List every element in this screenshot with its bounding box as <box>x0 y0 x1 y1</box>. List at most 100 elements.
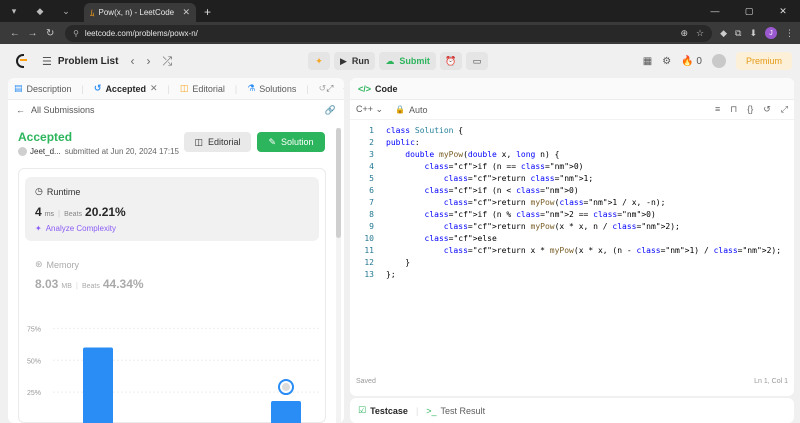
tab-search-icon[interactable]: ▾ <box>4 2 24 20</box>
address-bar[interactable]: ⚲ leetcode.com/problems/powx-n/ ⊕ ☆ <box>65 24 713 42</box>
random-problem-icon[interactable]: ⤮ <box>162 54 172 69</box>
braces-icon[interactable]: {} <box>747 104 753 115</box>
line-number: 1 <box>369 125 374 135</box>
premium-button[interactable]: Premium <box>735 52 792 70</box>
tab-accepted-label: Accepted <box>105 83 146 94</box>
code-line[interactable]: 12 } <box>350 256 794 268</box>
tab-solutions[interactable]: ⚗ Solutions <box>247 83 296 94</box>
settings-gear-icon[interactable]: ⚙ <box>662 56 671 67</box>
user-avatar[interactable] <box>711 54 726 68</box>
memory-label-row[interactable]: ⊛ Memory <box>35 259 79 270</box>
close-tab-icon[interactable]: ✕ <box>182 7 190 18</box>
runtime-distribution-chart: 75% 50% 25% <box>27 326 319 423</box>
code-line[interactable]: 13}; <box>350 268 794 280</box>
leetcode-navbar: ☰ Problem List ‹ › ⤮ ✦ ▶ Run ☁ Submit ⏰ … <box>0 44 800 78</box>
y-tick-label: 75% <box>27 326 41 333</box>
username[interactable]: Jeet_d... <box>30 147 61 156</box>
code-header: </> Code <box>350 78 794 100</box>
tab-testcase[interactable]: ☑ Testcase <box>358 405 408 416</box>
problem-list-link[interactable]: ☰ Problem List <box>42 55 118 68</box>
code-line[interactable]: 7 class="cf">return myPow(class="nm">1 /… <box>350 196 794 208</box>
run-button[interactable]: ▶ Run <box>334 52 376 70</box>
minimize-icon[interactable]: — <box>698 6 732 16</box>
leetcode-favicon-icon: ﾑ <box>90 8 95 18</box>
next-problem-icon[interactable]: › <box>146 54 150 68</box>
tab-description[interactable]: ▤ Description <box>14 83 72 94</box>
close-tab-accepted-icon[interactable]: ✕ <box>150 83 158 94</box>
editorial-button[interactable]: ◫ Editorial <box>184 132 251 152</box>
browser-menu-icon[interactable]: ⋮ <box>785 28 794 39</box>
prev-problem-icon[interactable]: ‹ <box>130 54 134 68</box>
coins-count: 0 <box>696 55 702 67</box>
reload-icon[interactable]: ↻ <box>41 28 59 39</box>
bookmark-icon[interactable]: ⊓ <box>730 104 737 115</box>
runtime-value: 4 <box>35 205 42 219</box>
tab-accepted[interactable]: ↺ Accepted ✕ <box>94 83 158 94</box>
notes-button[interactable]: ▭ <box>465 52 488 70</box>
left-scrollbar[interactable] <box>336 128 341 423</box>
code-editor[interactable]: 1 class Solution {2 public: 3 double myPow(… <box>350 124 794 364</box>
code-line[interactable]: 11 class="cf">return x * myPow(x * x, (n… <box>350 244 794 256</box>
auto-mode[interactable]: 🔒 Auto <box>395 105 427 115</box>
code-line[interactable]: 10 class="cf">else <box>350 232 794 244</box>
window-controls: — ▢ ✕ <box>698 0 800 22</box>
timer-button[interactable]: ⏰ <box>439 52 462 70</box>
reset-icon[interactable]: ↺ <box>763 104 771 115</box>
forward-icon[interactable]: → <box>24 28 42 39</box>
code-text: } <box>386 257 411 267</box>
code-text: public: <box>386 137 420 147</box>
code-line[interactable]: 9 class="cf">return myPow(x * x, n / cla… <box>350 220 794 232</box>
edit-icon: ✎ <box>268 136 276 147</box>
collapse-icon[interactable]: ‹ <box>343 83 344 94</box>
marker-avatar <box>282 383 290 392</box>
memory-beats: 44.34% <box>102 277 144 291</box>
url-text: leetcode.com/problems/powx-n/ <box>84 28 198 38</box>
bookmark-star-icon[interactable]: ☆ <box>696 28 704 39</box>
leetcode-logo[interactable] <box>14 53 28 69</box>
analyze-complexity-link[interactable]: ✦ Analyze Complexity <box>35 224 116 233</box>
format-icon[interactable]: ≡ <box>715 104 720 115</box>
memory-value: 8.03 <box>35 277 59 291</box>
browser-tab-active[interactable]: ﾑ Pow(x, n) - LeetCode ✕ <box>84 3 196 22</box>
share-link-icon[interactable]: 🔗 <box>325 105 336 116</box>
solution-button[interactable]: ✎ Solution <box>257 132 325 152</box>
downloads-icon[interactable]: ⬇ <box>749 28 757 39</box>
code-text: class="cf">if (n == class="nm">0) <box>424 161 584 171</box>
close-window-icon[interactable]: ✕ <box>766 6 800 17</box>
tab-editorial[interactable]: ◫ Editorial <box>180 83 225 94</box>
code-line[interactable]: 5 class="cf">return class="nm">1; <box>350 172 794 184</box>
all-submissions-link[interactable]: ← All Submissions <box>16 105 95 115</box>
distribution-bar[interactable] <box>271 401 301 423</box>
extension-gem-icon[interactable]: ◆ <box>720 28 727 39</box>
language-select[interactable]: C++ ⌄ <box>356 104 383 115</box>
debug-button[interactable]: ✦ <box>308 52 330 70</box>
fullscreen-icon[interactable]: ⤢ <box>326 83 333 94</box>
back-icon[interactable]: ← <box>6 28 24 39</box>
new-tab-icon[interactable]: + <box>204 5 211 19</box>
tab-test-result[interactable]: >_ Test Result <box>426 406 485 416</box>
arrow-left-icon: ← <box>16 105 25 115</box>
test-result-label: Test Result <box>440 405 486 416</box>
code-line[interactable]: 6 class="cf">if (n < class="nm">0) <box>350 184 794 196</box>
extensions-puzzle-icon[interactable]: ⧉ <box>735 28 741 39</box>
code-line[interactable]: 2 public: <box>350 136 794 148</box>
site-info-icon[interactable]: ⚲ <box>73 29 79 38</box>
profile-avatar[interactable]: J <box>764 27 777 39</box>
maximize-icon[interactable]: ▢ <box>732 6 766 17</box>
code-line[interactable]: 4 class="cf">if (n == class="nm">0) <box>350 160 794 172</box>
code-text: double myPow(double x, long n) { <box>405 149 560 159</box>
code-line[interactable]: 3 double myPow(double x, long n) { <box>350 148 794 160</box>
tab-group-icon[interactable]: ⌄ <box>56 2 76 20</box>
layout-icon[interactable]: ▦ <box>643 56 652 67</box>
code-line[interactable]: 1 class Solution { <box>350 124 794 136</box>
submit-button[interactable]: ☁ Submit <box>379 52 436 70</box>
streak-counter[interactable]: 🔥 0 <box>681 56 702 67</box>
expand-icon[interactable]: ⤢ <box>781 104 788 115</box>
user-avatar-small <box>18 147 27 156</box>
extension-icon[interactable]: ◆ <box>30 2 50 20</box>
runtime-card[interactable]: ◷ Runtime 4 ms | Beats 20.21% ✦ Analyze C… <box>25 177 319 241</box>
distribution-bar[interactable] <box>83 347 113 423</box>
code-line[interactable]: 8 class="cf">if (n % class="nm">2 == cla… <box>350 208 794 220</box>
memory-unit: MB <box>61 283 72 290</box>
zoom-icon[interactable]: ⊕ <box>680 28 688 39</box>
